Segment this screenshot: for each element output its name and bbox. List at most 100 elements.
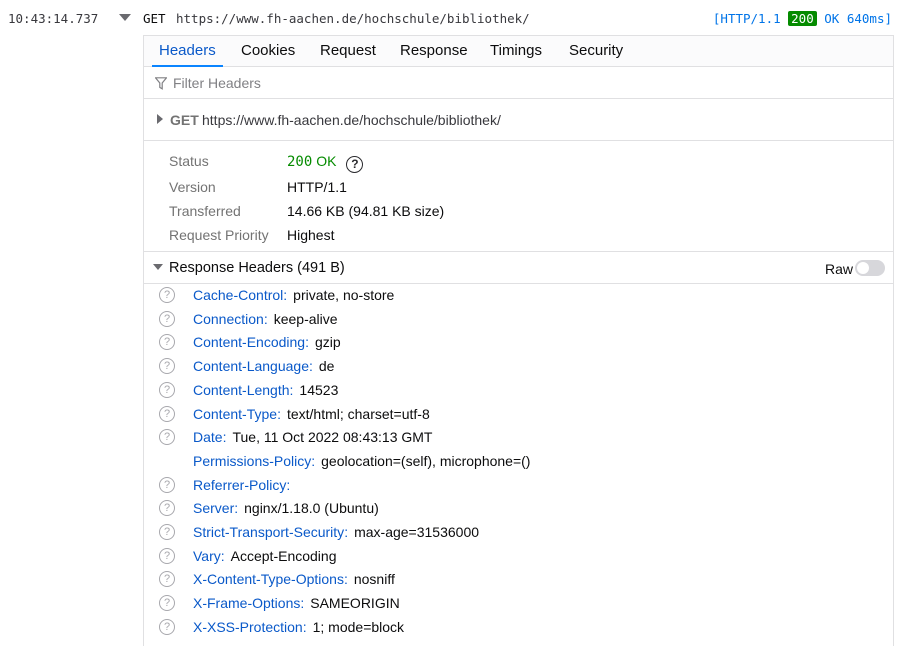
header-colon: : <box>234 500 239 517</box>
raw-toggle[interactable] <box>855 260 885 276</box>
filter-bar[interactable]: Filter Headers <box>144 67 893 99</box>
header-colon: : <box>220 547 225 564</box>
header-row[interactable]: ? Cache-Control: private, no-store <box>144 286 893 309</box>
header-help-icon[interactable]: ? <box>159 595 175 612</box>
header-help-icon[interactable]: ? <box>159 500 175 517</box>
version-value: HTTP/1.1 <box>287 179 347 195</box>
expand-chevron-icon[interactable] <box>157 114 163 124</box>
header-value: text/html; charset=utf-8 <box>286 405 430 422</box>
status-value: 200 OK? <box>287 153 364 173</box>
header-help-icon[interactable]: ? <box>159 287 175 303</box>
header-colon: : <box>222 429 227 446</box>
header-value: gzip <box>314 334 341 351</box>
header-help-icon[interactable]: ? <box>159 547 175 564</box>
header-help-icon[interactable]: ? <box>159 429 175 446</box>
header-row[interactable]: ? Content-Length: 14523 <box>144 381 893 404</box>
header-value: 14523 <box>299 381 339 398</box>
header-value: Tue, 11 Oct 2022 08:43:13 GMT <box>232 429 433 446</box>
header-help-icon[interactable]: ? <box>159 381 175 398</box>
header-name: X-Frame-Options <box>193 595 301 612</box>
header-row[interactable]: ? Strict-Transport-Security: max-age=31536… <box>144 523 893 546</box>
header-name: Strict-Transport-Security <box>193 524 345 540</box>
header-row[interactable]: ? Referrer-Policy: <box>144 476 893 499</box>
header-row[interactable]: ? Date: Tue, 11 Oct 2022 08:43:13 GMT <box>144 428 893 451</box>
response-headers-title: Response Headers (491 B) <box>169 260 345 276</box>
request-method: GET <box>143 11 166 26</box>
header-entry: X-XSS-Protection: 1; mode=block <box>193 619 404 635</box>
status-help-icon[interactable]: ? <box>346 156 364 173</box>
tab-timings[interactable]: Timings <box>490 36 542 66</box>
header-colon: : <box>289 381 294 398</box>
header-name: X-Content-Type-Options <box>193 571 344 588</box>
header-help-icon[interactable]: ? <box>159 334 175 351</box>
header-colon: : <box>286 476 291 493</box>
header-colon: : <box>302 618 307 635</box>
header-entry: Content-Length: 14523 <box>193 382 338 398</box>
summary-prefix: [HTTP/1.1 <box>712 11 789 26</box>
header-entry: Referrer-Policy: <box>193 477 296 493</box>
collapse-section-icon[interactable] <box>153 264 163 270</box>
header-value: nosniff <box>353 571 395 588</box>
request-details-panel: Headers Cookies Request Response Timings… <box>143 35 894 646</box>
header-help-icon[interactable]: ? <box>159 405 175 422</box>
header-row[interactable]: ? Server: nginx/1.18.0 (Ubuntu) <box>144 499 893 522</box>
tab-headers[interactable]: Headers <box>152 36 223 67</box>
transferred-value: 14.66 KB (94.81 KB size) <box>287 203 445 219</box>
header-row[interactable]: ? Content-Encoding: gzip <box>144 333 893 356</box>
header-help-icon[interactable]: ? <box>159 358 175 375</box>
header-row[interactable]: ? Vary: Accept-Encoding <box>144 547 893 570</box>
url-row-url: https://www.fh-aachen.de/hochschule/bibl… <box>202 112 501 128</box>
header-help-icon[interactable]: ? <box>159 571 175 588</box>
details-tabs: Headers Cookies Request Response Timings… <box>144 36 893 67</box>
header-value: 1; mode=block <box>312 618 405 635</box>
status-label: Status <box>169 153 209 169</box>
status-text: OK <box>316 153 337 169</box>
status-summary: Status 200 OK? Version HTTP/1.1 Transfer… <box>144 141 893 252</box>
status-code: 200 <box>287 154 313 170</box>
header-row[interactable]: Permissions-Policy: geolocation=(self), m… <box>144 452 893 475</box>
response-headers-section[interactable]: Response Headers (491 B) Raw <box>144 252 893 284</box>
header-entry: Connection: keep-alive <box>193 311 338 327</box>
header-entry: Permissions-Policy: geolocation=(self), m… <box>193 453 530 469</box>
header-name: Server <box>193 500 235 517</box>
header-row[interactable]: ? Connection: keep-alive <box>144 310 893 333</box>
header-name: Content-Encoding <box>193 334 306 351</box>
header-name: Cache-Control <box>193 287 284 303</box>
request-line[interactable]: 10:43:14.737 GET https://www.fh-aachen.d… <box>0 0 901 36</box>
header-name: Connection <box>193 310 264 327</box>
header-row[interactable]: ? X-XSS-Protection: 1; mode=block <box>144 618 893 641</box>
header-name: Date <box>193 429 223 446</box>
url-row-method: GET <box>170 112 199 128</box>
tab-security[interactable]: Security <box>569 36 623 66</box>
request-url[interactable]: https://www.fh-aachen.de/hochschule/bibl… <box>176 11 530 26</box>
header-entry: X-Content-Type-Options: nosniff <box>193 571 395 587</box>
tab-response[interactable]: Response <box>400 36 468 66</box>
filter-headers-input[interactable]: Filter Headers <box>173 75 261 91</box>
request-url-row[interactable]: GET https://www.fh-aachen.de/hochschule/… <box>144 99 893 141</box>
header-colon: : <box>305 334 309 351</box>
header-help-icon[interactable]: ? <box>159 310 175 327</box>
tab-request[interactable]: Request <box>320 36 376 66</box>
header-colon: : <box>277 405 281 422</box>
header-help-icon[interactable]: ? <box>159 524 175 540</box>
header-entry: Server: nginx/1.18.0 (Ubuntu) <box>193 500 379 516</box>
header-help-icon[interactable]: ? <box>159 476 175 493</box>
header-help-icon[interactable]: ? <box>159 618 175 635</box>
header-value: Accept-Encoding <box>230 547 337 564</box>
header-value: de <box>318 358 335 375</box>
priority-label: Request Priority <box>169 227 269 243</box>
tab-cookies[interactable]: Cookies <box>241 36 295 66</box>
collapse-chevron-icon[interactable] <box>119 14 131 21</box>
version-label: Version <box>169 179 216 195</box>
header-row[interactable]: ? Content-Language: de <box>144 357 893 380</box>
header-name: Content-Language <box>193 358 309 375</box>
header-entry: Content-Language: de <box>193 358 334 374</box>
header-row[interactable]: ? X-Frame-Options: SAMEORIGIN <box>144 594 893 617</box>
header-entry: Vary: Accept-Encoding <box>193 548 336 564</box>
header-row[interactable]: ? X-Content-Type-Options: nosniff <box>144 570 893 593</box>
header-name: Referrer-Policy <box>193 476 287 493</box>
header-value: keep-alive <box>273 310 338 327</box>
header-row[interactable]: ? Content-Type: text/html; charset=utf-8 <box>144 405 893 428</box>
header-value: private, no-store <box>293 287 395 303</box>
header-colon: : <box>309 358 313 375</box>
